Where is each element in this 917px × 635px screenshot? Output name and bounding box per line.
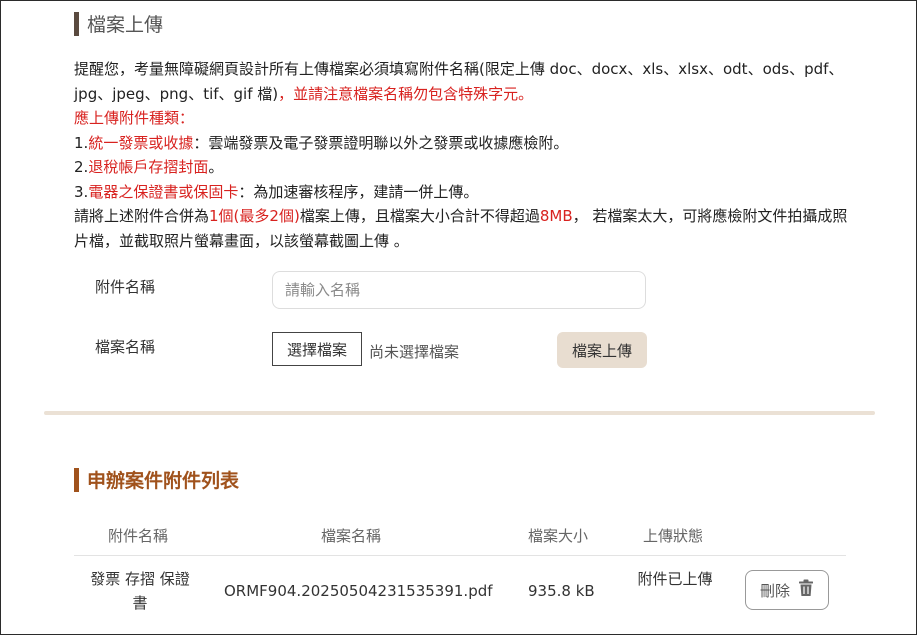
upload-section-title: 檔案上傳: [87, 14, 164, 36]
column-header-attachment-name: 附件名稱: [108, 527, 169, 545]
attachment-name-label: 附件名稱: [95, 278, 156, 296]
attachment-type-3: 3.電器之保證書或保固卡：為加速審核程序，建請一併上傳。: [74, 182, 479, 201]
file-status-text: 尚未選擇檔案: [369, 343, 460, 361]
upload-button[interactable]: 檔案上傳: [557, 332, 647, 368]
heading-bar: [74, 11, 79, 36]
table-header-divider: [74, 555, 846, 556]
row-file-size: 935.8 kB: [528, 582, 595, 600]
row-file-name: ORMF904.20250504231535391.pdf: [224, 582, 493, 600]
row-upload-status: 附件已上傳: [637, 570, 713, 588]
row-attachment-name: 發票 存摺 保證書: [90, 570, 190, 612]
attachment-type-1: 1.統一發票或收據：雲端發票及電子發票證明聯以外之發票或收據應檢附。: [74, 133, 569, 152]
file-name-label: 檔案名稱: [95, 338, 156, 356]
trash-icon: [798, 579, 814, 601]
attachment-type-2: 2.退稅帳戶存摺封面。: [74, 158, 224, 176]
upload-section-heading: 檔案上傳: [74, 10, 163, 37]
section-divider: [44, 411, 875, 415]
notice-warning: ，並請注意檔案名稱勿包含特殊字元。: [278, 84, 534, 103]
column-header-file-name: 檔案名稱: [321, 527, 382, 545]
upload-notice: 提醒您，考量無障礙網頁設計所有上傳檔案必須填寫附件名稱(限定上傳 doc、doc…: [74, 57, 854, 253]
delete-button[interactable]: 刪除: [745, 570, 829, 610]
heading-bar: [74, 467, 79, 492]
list-section-heading: 申辦案件附件列表: [74, 466, 239, 493]
attachment-name-input[interactable]: [272, 271, 646, 309]
merge-instruction: 請將上述附件合併為1個(最多2個)檔案上傳，且檔案大小合計不得超過8MB， 若檔…: [74, 207, 848, 250]
delete-label: 刪除: [759, 581, 790, 600]
column-header-upload-status: 上傳狀態: [643, 527, 704, 545]
column-header-file-size: 檔案大小: [528, 527, 589, 545]
notice-line-1: 提醒您，考量無障礙網頁設計所有上傳檔案必須填寫附件名稱(限定上傳 doc、doc…: [74, 57, 854, 106]
attachment-types-heading: 應上傳附件種類：: [74, 109, 195, 127]
list-section-title: 申辦案件附件列表: [87, 470, 240, 492]
choose-file-button[interactable]: 選擇檔案: [272, 332, 362, 366]
